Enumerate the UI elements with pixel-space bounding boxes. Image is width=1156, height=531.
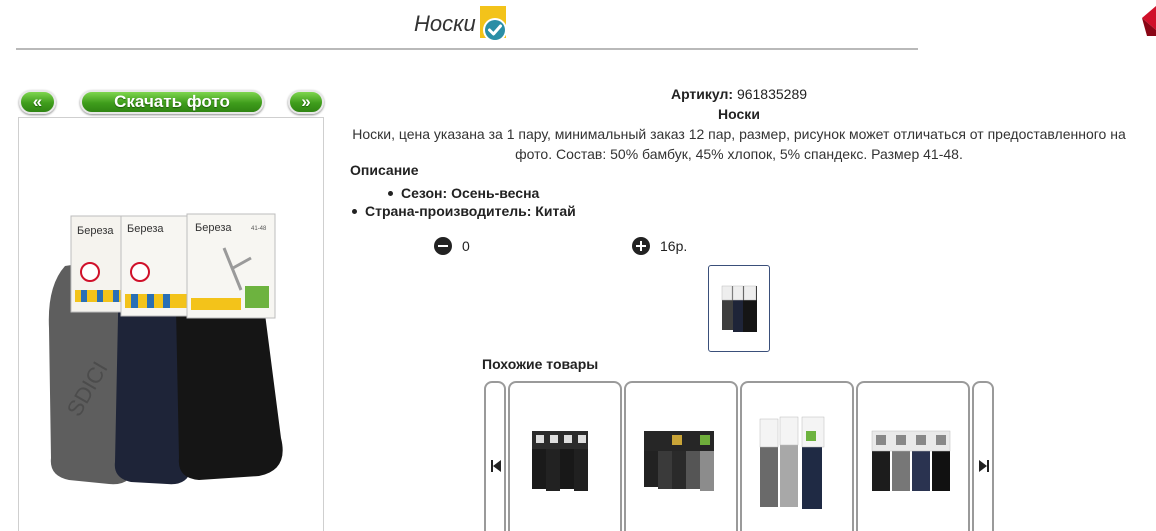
spec-list: Сезон: Осень-весна Страна-производитель:… [352,184,576,220]
similar-product-image [871,430,951,491]
articul-label: Артикул: [670,86,734,102]
spec-season: Сезон: Осень-весна [401,185,540,201]
bullet-icon [388,190,393,196]
svg-text:Береза: Береза [77,225,114,237]
page-title: Носки [414,11,476,36]
svg-text:Береза: Береза [195,222,232,234]
minus-circle-icon[interactable] [434,237,452,255]
spec-country: Страна-производитель: Китай [365,203,576,219]
socks-photo: SDICI Береза Береза Береза 41-48 [48,213,283,485]
product-name: Носки [718,106,760,122]
similar-product-1[interactable] [508,381,622,531]
spec-item: Сезон: Осень-весна [388,184,576,202]
plus-circle-icon[interactable] [632,237,650,255]
similar-product-3[interactable] [740,381,854,531]
price-value: 16р. [660,238,688,254]
product-photo[interactable]: SDICI Береза Береза Береза 41-48 [18,117,324,531]
similar-product-image [644,431,714,491]
quantity-control: 0 [434,237,470,255]
specs-heading: Описание [350,162,419,178]
similar-heading: Похожие товары [482,356,599,372]
carousel-prev-button[interactable] [484,381,506,531]
thumbnail-image [721,285,757,332]
title-area: Носки [414,6,510,42]
similar-product-4[interactable] [856,381,970,531]
price-control: 16р. [632,237,687,255]
articul-value: 961835289 [736,86,808,102]
svg-text:41-48: 41-48 [251,226,267,232]
similar-product-2[interactable] [624,381,738,531]
red-arrow-icon[interactable] [1139,6,1156,36]
next-photo-button[interactable]: » [288,90,324,114]
carousel-next-button[interactable] [972,381,994,531]
quantity-value: 0 [462,238,470,254]
similar-product-image [532,431,588,491]
prev-photo-button[interactable]: « [19,90,56,114]
articul-line: Артикул: 961835289 [336,84,1142,104]
skip-forward-icon [979,459,989,477]
svg-text:Береза: Береза [127,223,164,235]
photo-thumbnail[interactable] [708,265,770,352]
check-badge-icon [479,6,510,42]
title-divider [16,48,918,50]
spec-item: Страна-производитель: Китай [352,202,576,220]
product-info: Артикул: 961835289 Носки Носки, цена ука… [336,84,1142,164]
download-photo-button[interactable]: Скачать фото [80,90,264,114]
skip-back-icon [491,459,501,477]
bullet-icon [352,208,357,214]
product-description: Носки, цена указана за 1 пару, минимальн… [352,126,1126,162]
similar-product-image [759,416,825,509]
